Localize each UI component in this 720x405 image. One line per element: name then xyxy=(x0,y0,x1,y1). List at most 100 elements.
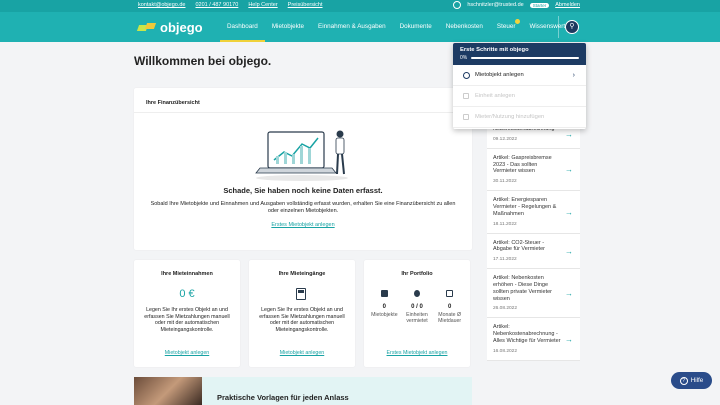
logo-icon xyxy=(138,23,156,33)
logout-link[interactable]: Abmelden xyxy=(555,2,580,8)
chevron-right-icon: › xyxy=(572,71,575,79)
lock-icon xyxy=(463,93,469,99)
laptop-chart-illustration xyxy=(255,130,348,181)
article-date: 09.12.2022 xyxy=(493,136,518,142)
portfolio-card: Ihr Portfolio 0 Mietobjekte 0 / 0 Einhei… xyxy=(364,260,470,367)
article-date: 16.08.2022 xyxy=(493,348,518,354)
income-text: Legen Sie Ihr erstes Objekt an und erfas… xyxy=(144,307,230,333)
calculator-icon xyxy=(296,288,306,300)
article-date: 18.11.2022 xyxy=(493,221,517,227)
rental-income-card: Ihre Mieteinnahmen 0 € Legen Sie Ihr ers… xyxy=(134,260,240,367)
article-title: Artikel: Nebenkostenabrechnung - Alles W… xyxy=(493,324,561,344)
templates-banner[interactable]: Praktische Vorlagen für jeden Anlass xyxy=(134,377,472,405)
stat-properties: 0 Mietobjekte xyxy=(368,290,400,324)
nav-nebenkosten[interactable]: Nebenkosten xyxy=(439,12,490,42)
help-icon: ? xyxy=(679,376,688,385)
key-icon xyxy=(413,290,420,297)
progress-bar xyxy=(471,57,579,59)
finance-overview-card: Ihre Finanzübersicht Schade, Sie haben n… xyxy=(134,88,472,250)
user-area: hschnitzler@trusted.de Starter Abmelden xyxy=(453,1,580,9)
step-circle-icon xyxy=(463,71,470,79)
email-link[interactable]: kontakt@objego.de xyxy=(138,2,185,8)
rent-receipts-card: Ihre Mieteingänge Legen Sie Ihr erstes O… xyxy=(249,260,355,367)
contact-links: kontakt@objego.de 0201 / 487 90170 Help … xyxy=(138,2,323,8)
stat-value: 0 / 0 xyxy=(411,304,423,310)
top-utility-bar: kontakt@objego.de 0201 / 487 90170 Help … xyxy=(0,0,720,12)
first-steps-progress: 0% xyxy=(460,55,579,61)
nav-mietobjekte[interactable]: Mietobjekte xyxy=(265,12,311,42)
help-button[interactable]: ? Hilfe xyxy=(671,372,712,389)
stat-value: 0 xyxy=(447,304,452,310)
article-item[interactable]: Artikel: Energiesparen Vermieter - Regel… xyxy=(487,191,580,234)
article-date: 30.11.2022 xyxy=(493,179,517,185)
receipts-create-property-link[interactable]: Mietobjekt anlegen xyxy=(249,350,355,356)
receipts-text: Legen Sie Ihr erstes Objekt an und erfas… xyxy=(259,307,345,333)
building-icon xyxy=(380,290,388,297)
article-date: 17.11.2022 xyxy=(493,257,517,263)
user-email: hschnitzler@trusted.de xyxy=(467,2,524,8)
finance-empty-text: Sobald Ihre Mietobjekte und Einnahmen un… xyxy=(150,201,456,214)
finance-heading: Ihre Finanzübersicht xyxy=(146,100,200,106)
first-steps-header: Erste Schritte mit objego 0% xyxy=(453,43,586,65)
portfolio-stats: 0 Mietobjekte 0 / 0 Einheiten vermietet … xyxy=(368,290,466,324)
rocket-icon[interactable]: ⚲ xyxy=(565,20,579,34)
step-create-property[interactable]: Mietobjekt anlegen › xyxy=(453,65,586,86)
article-title: Artikel: Gaspreisbremse 2023 - Das sollt… xyxy=(493,154,552,175)
stat-value: 0 xyxy=(382,304,386,310)
help-center-link[interactable]: Help Center xyxy=(248,2,277,8)
nav-einnahmen-ausgaben[interactable]: Einnahmen & Ausgaben xyxy=(311,12,393,42)
arrow-right-icon: → xyxy=(565,165,573,175)
step-label: Mieter/Nutzung hinzufügen xyxy=(475,114,545,120)
first-steps-title: Erste Schritte mit objego xyxy=(460,47,529,53)
finance-empty-title: Schade, Sie haben noch keine Daten erfas… xyxy=(223,186,383,195)
stat-label: Mietobjekte xyxy=(371,312,398,318)
logo-text: objego xyxy=(160,20,203,35)
plan-badge: Starter xyxy=(529,2,550,8)
article-item[interactable]: Artikel: Nebenkosten erhöhen - Diese Din… xyxy=(487,269,580,319)
step-create-unit: Einheit anlegen xyxy=(453,86,586,107)
banner-photo xyxy=(134,377,202,405)
nav-items: Dashboard Mietobjekte Einnahmen & Ausgab… xyxy=(220,12,579,42)
nav-dokumente[interactable]: Dokumente xyxy=(393,12,439,42)
phone-link[interactable]: 0201 / 487 90170 xyxy=(195,2,238,8)
income-heading: Ihre Mieteinnahmen xyxy=(161,271,213,277)
portfolio-create-property-link[interactable]: Erstes Mietobjekt anlegen xyxy=(364,350,470,356)
step-label: Mietobjekt anlegen xyxy=(475,72,524,78)
step-label: Einheit anlegen xyxy=(475,93,515,99)
main-nav: objego Dashboard Mietobjekte Einnahmen &… xyxy=(0,12,720,42)
stat-duration: 0 Monate Ø Mietdauer xyxy=(434,290,466,324)
arrow-right-icon: → xyxy=(565,246,573,256)
pricing-link[interactable]: Preisübersicht xyxy=(288,2,323,8)
nav-steuer[interactable]: Steuer xyxy=(490,12,523,42)
stat-label: Einheiten vermietet xyxy=(406,312,428,324)
step-add-tenant: Mieter/Nutzung hinzufügen xyxy=(453,107,586,128)
help-label: Hilfe xyxy=(690,377,704,384)
income-create-property-link[interactable]: Mietobjekt anlegen xyxy=(134,350,240,356)
nav-divider xyxy=(558,16,559,38)
first-steps-dropdown: Erste Schritte mit objego 0% Mietobjekt … xyxy=(453,43,586,129)
arrow-right-icon: → xyxy=(565,207,573,217)
arrow-right-icon: → xyxy=(565,129,573,139)
progress-percent: 0% xyxy=(460,55,468,61)
nav-dashboard[interactable]: Dashboard xyxy=(220,12,265,42)
nav-steuer-label: Steuer xyxy=(496,23,516,30)
receipts-heading: Ihre Mieteingänge xyxy=(278,271,326,277)
user-icon xyxy=(453,1,462,9)
stat-units: 0 / 0 Einheiten vermietet xyxy=(401,290,433,324)
articles-list: Nebenkostenabrechnung 09.12.2022 → Artik… xyxy=(487,120,580,361)
calendar-icon xyxy=(446,290,454,297)
divider xyxy=(134,112,472,113)
article-title: Artikel: CO2-Steuer - Abgabe für Vermiet… xyxy=(493,239,545,253)
article-item[interactable]: Artikel: CO2-Steuer - Abgabe für Vermiet… xyxy=(487,233,580,270)
article-date: 26.08.2022 xyxy=(493,306,518,312)
page-title: Willkommen bei objego. xyxy=(134,54,272,68)
article-item[interactable]: Artikel: Nebenkostenabrechnung - Alles W… xyxy=(487,318,580,361)
arrow-right-icon: → xyxy=(565,335,573,345)
article-title: Artikel: Energiesparen Vermieter - Regel… xyxy=(493,197,557,217)
article-title: Artikel: Nebenkosten erhöhen - Diese Din… xyxy=(493,275,552,302)
notification-dot xyxy=(515,19,521,24)
article-item[interactable]: Artikel: Gaspreisbremse 2023 - Das sollt… xyxy=(487,148,580,192)
lock-icon xyxy=(463,114,469,120)
create-first-property-link[interactable]: Erstes Mietobjekt anlegen xyxy=(134,222,472,228)
logo[interactable]: objego xyxy=(138,20,203,35)
